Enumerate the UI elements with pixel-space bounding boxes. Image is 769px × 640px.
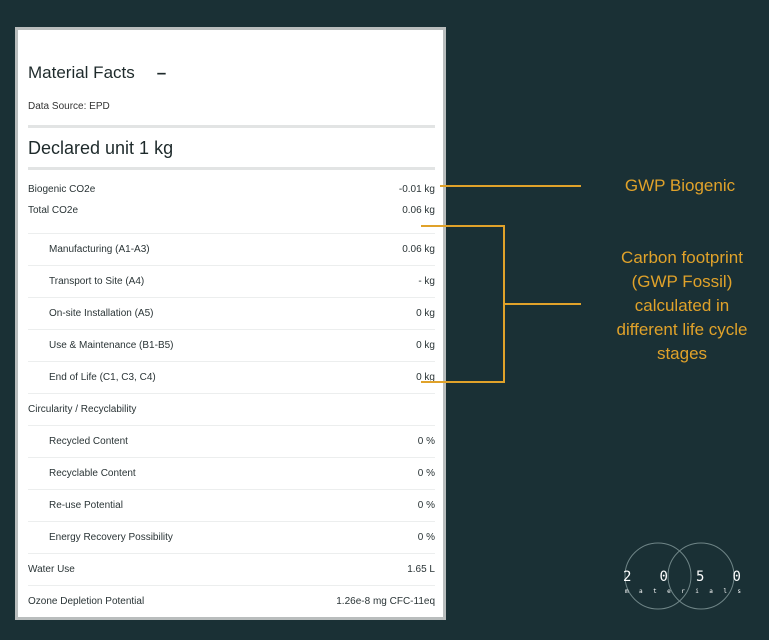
divider: [28, 167, 435, 170]
carbon-line-3: calculated in: [634, 296, 730, 315]
fact-label: Recycled Content: [49, 436, 128, 447]
logo-digit: 0: [732, 569, 741, 585]
fact-value: 0 %: [417, 436, 435, 447]
fact-value: 0 kg: [416, 308, 435, 319]
carbon-line-2: (GWP Fossil): [631, 272, 733, 291]
fact-label: Ozone Depletion Potential: [28, 596, 145, 607]
carbon-line-5: stages: [656, 344, 708, 363]
fact-label: Re-use Potential: [49, 500, 123, 511]
panel-header: Material Facts –: [28, 63, 166, 83]
fact-row: Use & Maintenance (B1-B5) 0 kg: [28, 329, 435, 361]
data-source: Data Source: EPD: [28, 101, 110, 112]
fact-label: Circularity / Recyclability: [28, 404, 137, 415]
fact-label: On-site Installation (A5): [49, 308, 154, 319]
fact-label: Total CO2e: [28, 204, 79, 216]
2050-materials-logo: 2050 materials: [615, 540, 745, 610]
bracket-top: [421, 225, 505, 227]
logo-letter: t: [653, 588, 657, 595]
collapse-button[interactable]: –: [157, 63, 166, 83]
fact-value: -0.01 kg: [398, 183, 435, 195]
fact-row: Recyclable Content 0 %: [28, 457, 435, 489]
fact-value: 0 %: [417, 468, 435, 479]
logo-letter: i: [695, 588, 699, 595]
fact-value: 0 %: [417, 500, 435, 511]
fact-row: Energy Recovery Possibility 0 %: [28, 521, 435, 553]
fact-row: Transport to Site (A4) - kg: [28, 265, 435, 297]
fact-row: On-site Installation (A5) 0 kg: [28, 297, 435, 329]
fact-label: Recyclable Content: [49, 468, 136, 479]
fact-row: Water Use 1.65 L: [28, 553, 435, 585]
logo-digit: 0: [659, 569, 668, 585]
fact-value: 1.65 L: [407, 564, 435, 575]
fact-label: Use & Maintenance (B1-B5): [49, 340, 174, 351]
logo-letter: e: [667, 588, 671, 595]
fact-row: Manufacturing (A1-A3) 0.06 kg: [28, 233, 435, 265]
fact-value: 0 %: [417, 532, 435, 543]
material-facts-panel: Material Facts – Data Source: EPD Declar…: [15, 27, 446, 620]
fact-value: 1.26e-8 mg CFC-11eq: [336, 596, 435, 607]
logo-letter: a: [709, 588, 713, 595]
fact-label: End of Life (C1, C3, C4): [49, 372, 156, 383]
gwp-biogenic-label: GWP Biogenic: [624, 176, 736, 195]
fact-row: Circularity / Recyclability: [28, 393, 435, 425]
fact-value: 0.06 kg: [402, 244, 435, 255]
biogenic-connector-line: [440, 185, 581, 187]
panel-title: Material Facts: [28, 63, 135, 82]
carbon-line-4: different life cycle: [616, 320, 748, 339]
fact-row: Re-use Potential 0 %: [28, 489, 435, 521]
bracket-bottom: [421, 381, 505, 383]
logo-letter: m: [625, 588, 629, 595]
fact-row: Ozone Depletion Potential 1.26e-8 mg CFC-…: [28, 585, 435, 617]
bracket-pointer: [503, 303, 581, 305]
logo-digit: 5: [696, 569, 705, 585]
carbon-footprint-label: Carbon footprint (GWP Fossil) calculated…: [596, 246, 768, 366]
carbon-line-1: Carbon footprint: [621, 248, 743, 267]
logo-wordmark: materials: [625, 588, 741, 595]
logo-letter: r: [681, 588, 685, 595]
logo-letter: l: [723, 588, 727, 595]
logo-digits: 2050: [623, 569, 741, 585]
fact-row: Biogenic CO2e -0.01 kg: [28, 182, 435, 196]
fact-value: - kg: [418, 276, 435, 287]
fact-label: Transport to Site (A4): [49, 276, 145, 287]
fact-row: Total CO2e 0.06 kg: [28, 203, 435, 217]
fact-label: Energy Recovery Possibility: [49, 532, 173, 543]
logo-letter: s: [737, 588, 741, 595]
fact-label: Water Use: [28, 564, 75, 575]
fact-value: 0 kg: [416, 340, 435, 351]
fact-label: Manufacturing (A1-A3): [49, 244, 150, 255]
logo-digit: 2: [623, 569, 632, 585]
fact-label: Biogenic CO2e: [28, 183, 96, 195]
fact-value: 0.06 kg: [402, 204, 435, 216]
declared-unit: Declared unit 1 kg: [28, 138, 174, 158]
fact-row: Recycled Content 0 %: [28, 425, 435, 457]
fact-row: End of Life (C1, C3, C4) 0 kg: [28, 361, 435, 393]
logo-letter: a: [639, 588, 643, 595]
divider: [28, 125, 435, 128]
